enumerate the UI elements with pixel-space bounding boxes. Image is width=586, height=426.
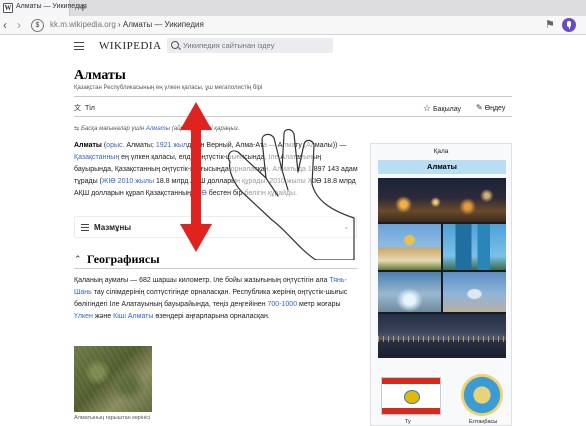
new-tab-button[interactable]: + [79,1,87,14]
lead-link[interactable]: 2010 жылы [118,178,154,185]
hatnote-link[interactable]: Алматы [146,126,170,132]
hatnote-text-before: Басқа мағыналар үшін [81,126,146,132]
lead-text: Алматы; [124,142,156,149]
geo-link[interactable]: Кіші Алматы [113,313,153,320]
emblem-label: Елтаңбасы [469,419,498,425]
browser-tab[interactable]: W Алматы — Уикипедия [0,0,87,16]
geo-text: метр жоғары [297,301,341,308]
mosque-photo [443,272,506,312]
satellite-photo[interactable] [74,346,152,412]
site-info-icon[interactable]: $ [31,19,44,32]
hand-gesture-icon [227,128,355,260]
disambiguation-icon: ⇆ [74,126,80,132]
url-separator: › [115,20,123,29]
flag-label: Ту [405,419,411,425]
menu-icon[interactable] [74,42,84,50]
language-button[interactable]: 文 Тіл [74,103,95,113]
night-city-photo [378,178,506,222]
url-field[interactable]: kk.m.wikipedia.org › Алматы — Уикипедия [50,20,204,29]
infobox: Қала Алматы Ту Елтаңбасы [370,143,512,426]
section-collapse-chevron-icon[interactable]: ⌃ [74,254,82,265]
url-page: Алматы — Уикипедия [122,20,204,29]
towers-photo [443,224,506,270]
geo-text: Қаланың аумағы — 682 шаршы километр. Іле… [74,277,330,284]
forward-arrow-icon[interactable]: › [17,18,21,32]
star-icon: ☆ [423,103,432,113]
wikipedia-favicon-icon: W [3,3,13,13]
geo-link[interactable]: Үлкен [74,313,93,320]
search-input[interactable]: Уикипедия сайтынан іздеу [167,38,333,53]
double-arrow-icon [180,102,212,252]
microphone-icon[interactable] [562,18,576,32]
search-icon [171,41,179,49]
tab-title: Алматы — Уикипедия [16,3,87,10]
address-bar: ‹ › $ kk.m.wikipedia.org › Алматы — Уики… [0,16,586,35]
list-icon [81,224,89,231]
watch-button[interactable]: ☆ Бақылау [423,103,461,114]
lead-bold-name: Алматы [74,142,102,149]
lead-link[interactable]: орыс. [106,142,124,149]
scroll-gesture-overlay [180,102,355,260]
cathedral-photo [378,224,441,270]
browser-tab-bar: W Алматы — Уикипедия + [0,0,586,16]
fountain-photo [378,272,441,312]
pencil-icon: ✎ [476,103,483,112]
geo-text: өзендері аңғарларына орналасқан. [153,313,270,320]
city-emblem-image[interactable] [461,374,503,416]
page-title: Алматы [74,68,126,83]
edit-label: Өңдеу [484,105,506,112]
watch-label: Бақылау [433,106,462,113]
wikipedia-wordmark[interactable]: WIKIPEDIA [99,40,162,52]
geo-text: және [92,313,114,320]
bookmark-icon[interactable]: ⚑ [545,18,555,32]
infobox-title: Алматы [378,160,506,174]
lead-link[interactable]: ЖІӨ [102,178,116,185]
city-photo-collage[interactable] [378,178,506,358]
section-heading-geography[interactable]: Географиясы [87,252,160,267]
lead-link[interactable]: Қазақстанның [74,154,119,161]
city-flag-image[interactable] [381,377,441,415]
section-divider [74,268,357,269]
back-arrow-icon[interactable]: ‹ [3,18,7,32]
title-divider [74,96,512,97]
toc-label: Мазмұны [94,223,132,232]
url-host: kk.m.wikipedia.org [50,20,116,29]
translate-icon: 文 [74,105,81,112]
search-placeholder: Уикипедия сайтынан іздеу [183,41,275,50]
photo-caption: Алматының ғарыштан көрінісі [74,415,151,421]
geography-paragraph: Қаланың аумағы — 682 шаршы километр. Іле… [74,275,359,323]
language-label: Тіл [84,105,95,112]
skyline-photo [378,314,506,358]
geo-link[interactable]: 700-1000 [268,301,298,308]
edit-button[interactable]: ✎ Өңдеу [476,103,505,112]
page-tagline: Қазақстан Республикасының ең үлкен қалас… [74,85,263,91]
infobox-type: Қала [433,148,449,155]
